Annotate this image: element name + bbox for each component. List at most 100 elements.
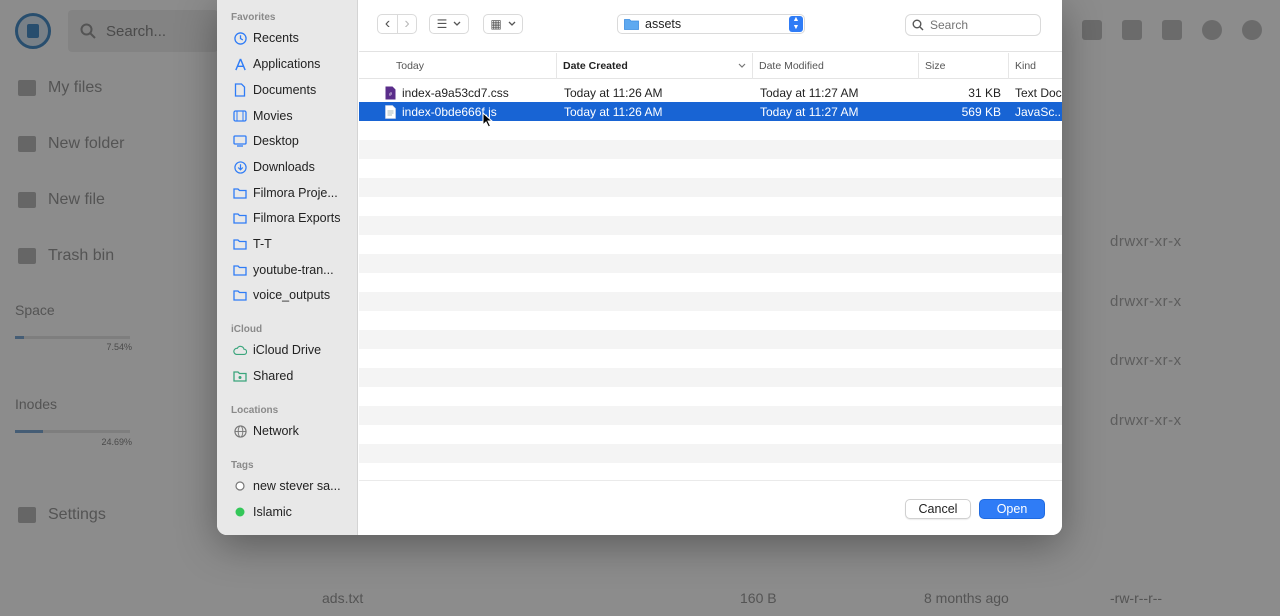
empty-row-stripe xyxy=(359,368,1062,387)
file-row[interactable]: # index-a9a53cd7.css Today at 11:26 AM T… xyxy=(359,83,1062,102)
film-icon xyxy=(233,109,247,123)
column-header-size[interactable]: Size xyxy=(919,53,1009,79)
download-icon xyxy=(233,160,247,174)
forward-button[interactable]: › xyxy=(397,14,417,34)
grid-view-icon: ▦ xyxy=(490,17,502,31)
dialog-footer: Cancel Open xyxy=(359,480,1062,535)
list-view-icon: ☰ xyxy=(436,17,448,31)
empty-row-stripe xyxy=(359,406,1062,425)
grid-view-button[interactable]: ▦ xyxy=(483,14,523,34)
tag-dot-icon xyxy=(233,505,247,519)
search-input[interactable] xyxy=(930,18,1030,32)
sidebar-item-youtube-tran[interactable]: youtube-tran... xyxy=(233,259,355,281)
file-kind: Text Doc xyxy=(1015,85,1062,100)
column-header-date-modified[interactable]: Date Modified xyxy=(753,53,919,79)
sidebar-tag-islamic[interactable]: Islamic xyxy=(233,501,355,523)
column-header-kind[interactable]: Kind xyxy=(1009,53,1062,79)
cloud-icon xyxy=(233,343,247,357)
tags-heading: Tags xyxy=(231,460,254,471)
folder-icon xyxy=(233,186,247,200)
document-icon xyxy=(233,83,247,97)
dialog-main: ‹ › ☰ ▦ assets ▲▼ T xyxy=(359,0,1062,535)
sidebar-item-label: Filmora Exports xyxy=(253,211,341,225)
sidebar-item-label: Islamic xyxy=(253,505,292,519)
column-label: Kind xyxy=(1015,60,1037,72)
sidebar-item-label: Recents xyxy=(253,31,299,45)
sidebar-item-voice-outputs[interactable]: voice_outputs xyxy=(233,284,355,306)
sidebar-item-label: youtube-tran... xyxy=(253,263,334,277)
chevron-down-icon xyxy=(508,21,516,26)
sidebar-item-filmora-exports[interactable]: Filmora Exports xyxy=(233,207,355,229)
sidebar-item-label: Desktop xyxy=(253,134,299,148)
file-date-created: Today at 11:26 AM xyxy=(564,104,663,119)
sidebar-item-label: Network xyxy=(253,424,299,438)
js-file-icon xyxy=(385,102,399,121)
sidebar-item-recents[interactable]: Recents xyxy=(233,27,355,49)
file-name: index-0bde666f.js xyxy=(402,104,497,119)
dialog-search[interactable] xyxy=(905,14,1041,36)
sidebar-item-movies[interactable]: Movies xyxy=(233,105,355,127)
file-kind: JavaSc... xyxy=(1015,104,1062,119)
empty-row-stripe xyxy=(359,292,1062,311)
column-header: Today Date Created Date Modified Size Ki… xyxy=(359,53,1062,79)
svg-text:#: # xyxy=(389,92,392,98)
sidebar-item-label: Shared xyxy=(253,369,294,383)
location-label: assets xyxy=(645,17,682,31)
tag-dot-icon xyxy=(233,479,247,493)
empty-row-stripe xyxy=(359,330,1062,349)
dialog-toolbar: ‹ › ☰ ▦ assets ▲ ▼ xyxy=(359,0,1062,52)
back-button[interactable]: ‹ xyxy=(377,14,397,34)
sidebar-item-label: Documents xyxy=(253,83,317,97)
css-file-icon: # xyxy=(385,83,399,102)
dialog-sidebar: Favorites Recents Applications Documents… xyxy=(217,0,358,535)
sidebar-item-label: Downloads xyxy=(253,160,315,174)
sidebar-item-downloads[interactable]: Downloads xyxy=(233,156,355,178)
sidebar-item-label: T-T xyxy=(253,237,272,251)
sidebar-item-network[interactable]: Network xyxy=(233,420,355,442)
desktop-icon xyxy=(233,134,247,148)
column-header-date-created[interactable]: Date Created xyxy=(557,53,753,79)
folder-icon xyxy=(233,211,247,225)
sidebar-item-label: Applications xyxy=(253,57,321,71)
cancel-button[interactable]: Cancel xyxy=(905,499,971,519)
applications-icon xyxy=(233,57,247,71)
sidebar-item-icloud-drive[interactable]: iCloud Drive xyxy=(233,339,355,361)
clock-icon xyxy=(233,31,247,45)
sidebar-item-t-t[interactable]: T-T xyxy=(233,233,355,255)
sidebar-item-desktop[interactable]: Desktop xyxy=(233,130,355,152)
location-popup[interactable]: assets ▲ ▼ xyxy=(617,14,805,34)
chevron-left-icon: ‹ xyxy=(384,15,391,32)
sidebar-item-label: new stever sa... xyxy=(253,479,341,493)
folder-icon xyxy=(624,19,639,30)
favorites-heading: Favorites xyxy=(231,12,276,23)
icloud-heading: iCloud xyxy=(231,324,263,335)
file-list: # index-a9a53cd7.css Today at 11:26 AM T… xyxy=(359,80,1062,480)
file-date-modified: Today at 11:27 AM xyxy=(760,104,859,119)
column-label: Today xyxy=(396,60,425,72)
globe-icon xyxy=(233,424,247,438)
shared-folder-icon xyxy=(233,369,247,383)
sidebar-item-filmora-projects[interactable]: Filmora Proje... xyxy=(233,182,355,204)
empty-row-stripe xyxy=(359,178,1062,197)
column-label: Size xyxy=(925,60,946,72)
locations-heading: Locations xyxy=(231,405,279,416)
sidebar-item-applications[interactable]: Applications xyxy=(233,53,355,75)
open-button[interactable]: Open xyxy=(979,499,1045,519)
column-label: Date Created xyxy=(563,60,628,72)
folder-icon xyxy=(233,237,247,251)
sort-descending-icon xyxy=(738,63,746,68)
sidebar-item-shared[interactable]: Shared xyxy=(233,365,355,387)
sidebar-item-label: iCloud Drive xyxy=(253,343,322,357)
sidebar-tag-new-stever[interactable]: new stever sa... xyxy=(233,475,355,497)
sidebar-item-label: voice_outputs xyxy=(253,288,331,302)
sidebar-item-documents[interactable]: Documents xyxy=(233,79,355,101)
sidebar-item-label: Filmora Proje... xyxy=(253,186,338,200)
file-row-selected[interactable]: index-0bde666f.js Today at 11:26 AM Toda… xyxy=(359,102,1062,121)
list-view-button[interactable]: ☰ xyxy=(429,14,469,34)
folder-icon xyxy=(233,263,247,277)
column-header-name[interactable]: Today xyxy=(359,53,557,79)
file-size: 31 KB xyxy=(968,85,1001,100)
empty-row-stripe xyxy=(359,216,1062,235)
chevron-right-icon: › xyxy=(404,15,410,32)
file-name: index-a9a53cd7.css xyxy=(402,85,509,100)
